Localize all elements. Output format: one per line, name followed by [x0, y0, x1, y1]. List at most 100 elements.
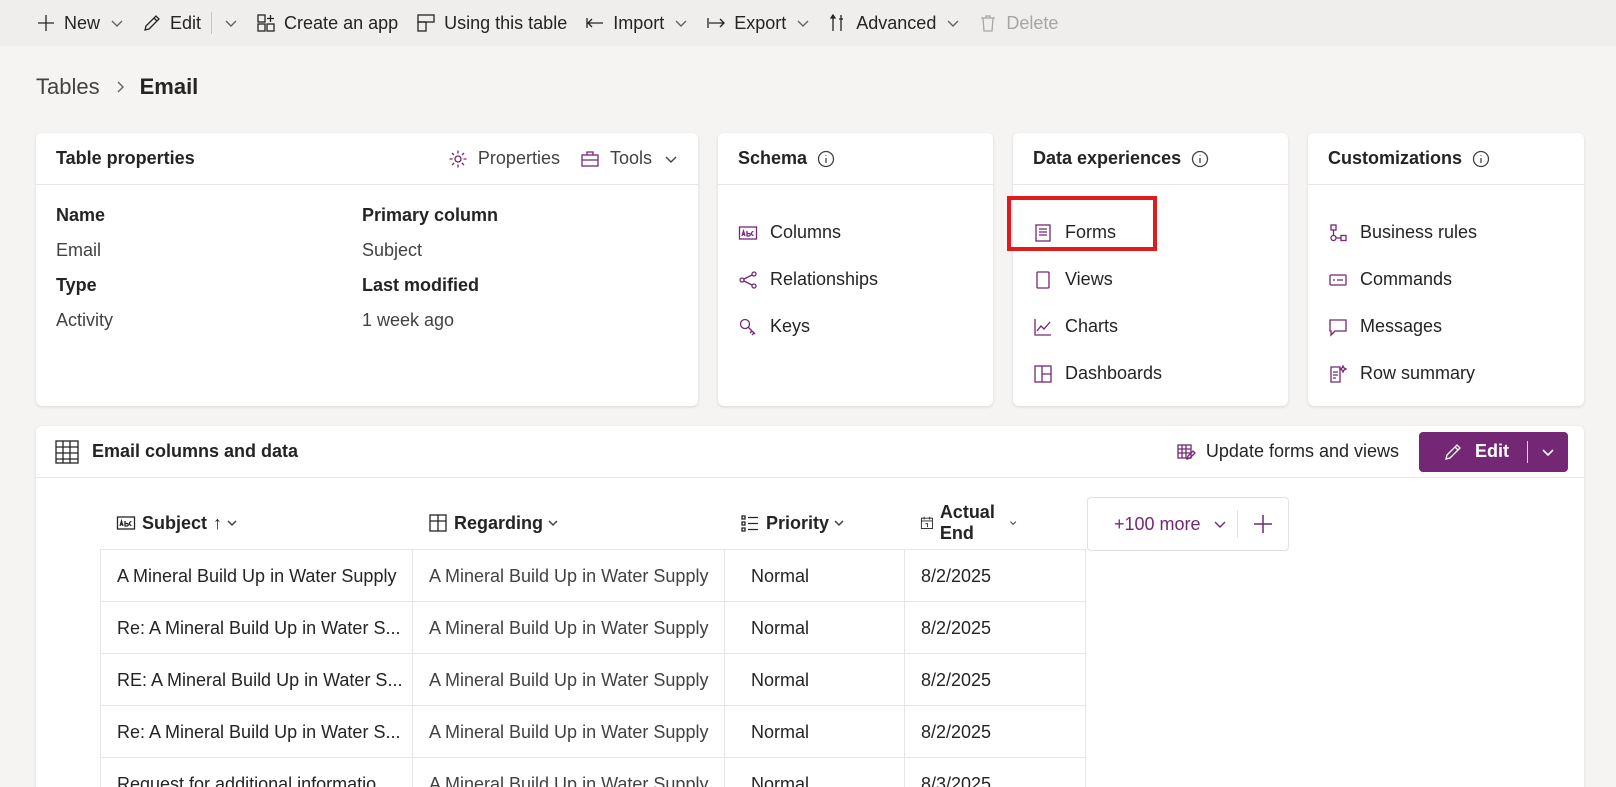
schema-keys-link[interactable]: Keys [738, 303, 973, 350]
card-title: Table properties [56, 148, 195, 168]
chevron-down-icon [1542, 448, 1554, 456]
calendar-icon [920, 516, 933, 529]
more-columns-button[interactable]: +100 more [1088, 514, 1237, 535]
cell-subject[interactable]: Re: A Mineral Build Up in Water S... [100, 602, 412, 654]
dashboards-link[interactable]: Dashboards [1033, 350, 1268, 397]
info-icon[interactable] [1191, 150, 1209, 168]
cell-actual-end[interactable]: 8/2/2025 [904, 654, 1086, 706]
delete-button[interactable]: Delete [978, 3, 1058, 43]
table-properties-card: Table properties Properties Tools Name E… [36, 133, 698, 406]
type-label: Type [56, 275, 97, 295]
advanced-button[interactable]: Advanced [828, 3, 960, 43]
edit-primary-button[interactable]: Edit [1419, 432, 1527, 472]
chevron-down-icon [111, 20, 123, 27]
tools-button[interactable]: Tools [580, 148, 678, 169]
schema-relationships-link[interactable]: Relationships [738, 256, 973, 303]
columns-abc-icon [738, 225, 758, 240]
table-edit-icon [1177, 443, 1196, 460]
table-row[interactable]: Request for additional informatio... A M… [100, 757, 1086, 787]
customizations-card: Customizations Business rules Commands M… [1308, 133, 1584, 406]
column-header-regarding[interactable]: Regarding [428, 497, 559, 549]
chevron-right-icon [117, 81, 124, 93]
cell-priority[interactable]: Normal [724, 550, 904, 602]
name-label: Name [56, 205, 106, 225]
cell-regarding[interactable]: A Mineral Build Up in Water Supply [412, 758, 724, 787]
table-row[interactable]: Re: A Mineral Build Up in Water S... A M… [100, 705, 1086, 758]
gear-icon [449, 150, 467, 167]
views-link[interactable]: Views [1033, 256, 1268, 303]
create-an-app-button[interactable]: Create an app [256, 3, 398, 43]
info-icon[interactable] [817, 150, 835, 168]
chevron-down-icon [227, 520, 237, 527]
import-button[interactable]: Import [585, 3, 688, 43]
cell-subject[interactable]: RE: A Mineral Build Up in Water S... [100, 654, 412, 706]
cell-regarding[interactable]: A Mineral Build Up in Water Supply [412, 602, 724, 654]
edit-dropdown-button[interactable] [224, 3, 238, 43]
summary-sparkle-icon [1330, 364, 1348, 383]
chevron-down-icon [1009, 521, 1017, 526]
cell-regarding[interactable]: A Mineral Build Up in Water Supply [412, 706, 724, 758]
forms-highlight-box [1007, 196, 1157, 251]
commands-link[interactable]: Commands [1328, 256, 1564, 303]
last-modified-value: 1 week ago [362, 310, 455, 330]
plus-icon [1254, 515, 1273, 533]
table-grid-icon [55, 439, 79, 464]
chevron-down-icon [548, 520, 558, 527]
properties-button[interactable]: Properties [448, 148, 560, 169]
relationships-icon [739, 270, 757, 289]
cell-actual-end[interactable]: 8/2/2025 [904, 602, 1086, 654]
cell-priority[interactable]: Normal [724, 706, 904, 758]
edit-button[interactable]: Edit [142, 3, 201, 43]
cell-priority[interactable]: Normal [724, 602, 904, 654]
info-icon[interactable] [1472, 150, 1490, 168]
table-row[interactable]: A Mineral Build Up in Water Supply A Min… [100, 549, 1086, 602]
data-section-title: Email columns and data [92, 441, 299, 461]
cell-actual-end[interactable]: 8/3/2025 [904, 758, 1086, 787]
column-header-subject[interactable]: Subject ↑ [116, 497, 238, 549]
table-row[interactable]: Re: A Mineral Build Up in Water S... A M… [100, 601, 1086, 654]
divider [1527, 440, 1528, 463]
name-value: Email [56, 240, 102, 260]
last-modified-label: Last modified [362, 275, 480, 295]
table-usage-icon [417, 14, 435, 32]
breadcrumb-tables-link[interactable]: Tables [36, 74, 100, 100]
cell-actual-end[interactable]: 8/2/2025 [904, 550, 1086, 602]
cell-priority[interactable]: Normal [724, 654, 904, 706]
column-header-actual-end[interactable]: Actual End [920, 497, 1017, 549]
type-value: Activity [56, 310, 114, 330]
row-summary-link[interactable]: Row summary [1328, 350, 1564, 397]
key-icon [739, 318, 756, 335]
export-button[interactable]: Export [706, 3, 810, 43]
add-column-button[interactable] [1238, 513, 1288, 535]
cell-regarding[interactable]: A Mineral Build Up in Water Supply [412, 550, 724, 602]
new-button[interactable]: New [36, 3, 124, 43]
messages-link[interactable]: Messages [1328, 303, 1564, 350]
chevron-down-icon [797, 20, 809, 27]
business-rules-link[interactable]: Business rules [1328, 209, 1564, 256]
flow-branch-icon [1330, 223, 1347, 241]
primary-column-value: Subject [362, 240, 423, 260]
update-forms-and-views-button[interactable]: Update forms and views [1176, 441, 1399, 462]
page-title: Email [139, 74, 199, 99]
cell-subject[interactable]: A Mineral Build Up in Water Supply [100, 550, 412, 602]
cell-subject[interactable]: Re: A Mineral Build Up in Water S... [100, 706, 412, 758]
using-this-table-button[interactable]: Using this table [416, 3, 567, 43]
cell-regarding[interactable]: A Mineral Build Up in Water Supply [412, 654, 724, 706]
grid-rows: A Mineral Build Up in Water Supply A Min… [100, 549, 1086, 787]
cell-actual-end[interactable]: 8/2/2025 [904, 706, 1086, 758]
column-header-priority[interactable]: Priority [740, 497, 845, 549]
export-arrow-icon [707, 18, 726, 28]
edit-dropdown-button[interactable] [1528, 432, 1568, 472]
chevron-down-icon [665, 156, 677, 163]
cell-subject[interactable]: Request for additional informatio... [100, 758, 412, 787]
table-row[interactable]: RE: A Mineral Build Up in Water S... A M… [100, 653, 1086, 706]
import-arrow-icon [586, 18, 604, 28]
toolbox-icon [581, 150, 599, 167]
more-columns-control: +100 more [1087, 497, 1289, 551]
cell-priority[interactable]: Normal [724, 758, 904, 787]
chevron-down-icon [675, 20, 687, 27]
schema-card: Schema Columns Relationships Keys [718, 133, 993, 406]
schema-columns-link[interactable]: Columns [738, 209, 973, 256]
charts-link[interactable]: Charts [1033, 303, 1268, 350]
pencil-icon [1445, 443, 1461, 460]
